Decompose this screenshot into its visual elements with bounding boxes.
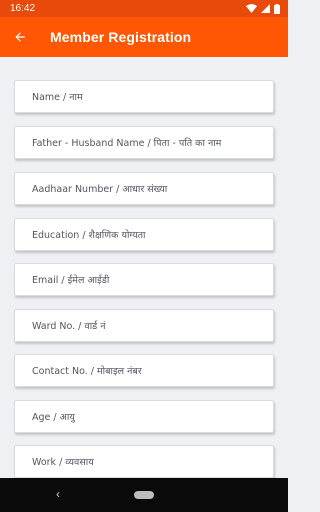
back-button[interactable] xyxy=(0,17,40,57)
navigation-bar: ‹ xyxy=(0,478,288,512)
email-field[interactable]: Email / ईमेल आईडी xyxy=(14,263,274,296)
home-pill-icon[interactable] xyxy=(134,491,154,499)
registration-form: Name / नाम Father - Husband Name / पिता … xyxy=(0,57,288,478)
ward-number-placeholder: Ward No. / वार्ड नं xyxy=(32,321,106,332)
status-bar: 16:42 xyxy=(0,0,288,17)
arrow-back-icon xyxy=(15,32,25,42)
ward-number-field[interactable]: Ward No. / वार्ड नं xyxy=(14,309,274,342)
age-placeholder: Age / आयु xyxy=(32,412,75,423)
education-placeholder: Education / शैक्षणिक योग्यता xyxy=(32,230,146,241)
education-field[interactable]: Education / शैक्षणिक योग्यता xyxy=(14,218,274,251)
status-icons xyxy=(246,3,280,14)
name-placeholder: Name / नाम xyxy=(32,92,83,103)
contact-number-placeholder: Contact No. / मोबाइल नंबर xyxy=(32,366,142,377)
work-placeholder: Work / व्यवसाय xyxy=(32,457,94,468)
battery-icon xyxy=(274,3,280,14)
aadhaar-number-field[interactable]: Aadhaar Number / आधार संख्या xyxy=(14,172,274,205)
wifi-icon xyxy=(246,4,257,13)
age-field[interactable]: Age / आयु xyxy=(14,400,274,433)
app-bar: Member Registration xyxy=(0,17,288,57)
contact-number-field[interactable]: Contact No. / मोबाइल नंबर xyxy=(14,354,274,387)
page-title: Member Registration xyxy=(50,29,192,45)
nav-back-icon[interactable]: ‹ xyxy=(56,487,60,501)
father-husband-name-placeholder: Father - Husband Name / पिता - पति का ना… xyxy=(32,138,222,149)
name-field[interactable]: Name / नाम xyxy=(14,80,274,113)
email-placeholder: Email / ईमेल आईडी xyxy=(32,275,110,286)
father-husband-name-field[interactable]: Father - Husband Name / पिता - पति का ना… xyxy=(14,126,274,159)
status-time: 16:42 xyxy=(10,3,36,14)
signal-icon xyxy=(261,4,270,13)
aadhaar-number-placeholder: Aadhaar Number / आधार संख्या xyxy=(32,184,168,195)
work-field[interactable]: Work / व्यवसाय xyxy=(14,445,274,478)
